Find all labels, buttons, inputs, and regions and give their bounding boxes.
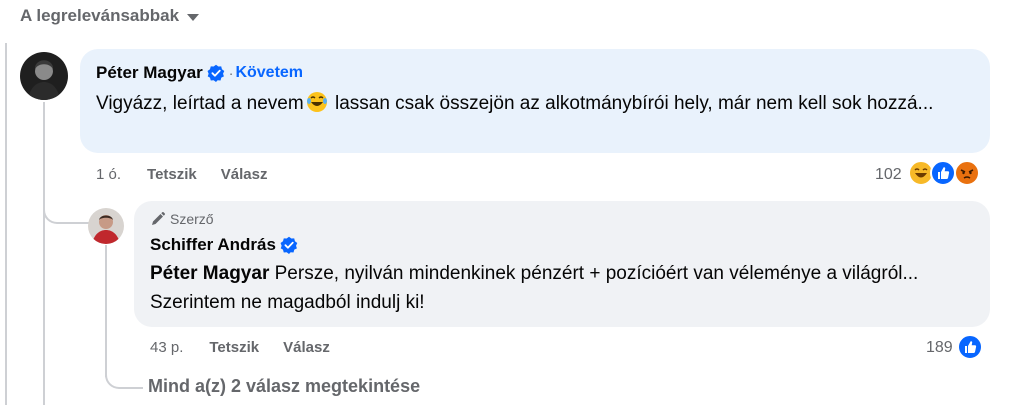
reply-text: Péter Magyar Persze, nyilván mindenkinek… <box>150 259 970 317</box>
author-tag: Szerző <box>150 211 214 227</box>
reply-reaction-count[interactable]: 189 <box>926 339 953 357</box>
avatar[interactable] <box>20 52 68 100</box>
comment-timestamp[interactable]: 1 ó. <box>96 166 121 183</box>
reply-bubble: Szerző Schiffer András Péter Magyar Pers… <box>134 201 990 327</box>
pencil-icon <box>152 212 165 225</box>
verified-badge-icon <box>280 236 298 254</box>
like-icon <box>957 334 983 360</box>
reaction-count[interactable]: 102 <box>875 166 902 184</box>
profile-photo-icon <box>88 208 124 244</box>
caret-down-icon <box>187 13 200 21</box>
comment-text: Vigyázz, leírtad a nevem lassan csak öss… <box>96 89 976 118</box>
reply-reply-button[interactable]: Válasz <box>283 339 330 356</box>
reply-actions: 43 p. Tetszik Válasz <box>150 339 330 356</box>
reply-button[interactable]: Válasz <box>221 166 268 183</box>
profile-photo-icon <box>20 52 68 100</box>
like-button[interactable]: Tetszik <box>147 166 197 183</box>
sort-dropdown[interactable]: A legrelevánsabbak <box>20 6 200 26</box>
comment-text-start: Vigyázz, leírtad a nevem <box>96 93 304 114</box>
like-icon <box>930 160 956 186</box>
separator-dot: · <box>228 65 234 81</box>
reply-reaction-icons[interactable] <box>957 334 985 362</box>
thread-connector-more <box>105 360 143 389</box>
reply-like-button[interactable]: Tetszik <box>209 339 259 356</box>
comment-actions: 1 ó. Tetszik Válasz <box>96 166 267 183</box>
mention-link[interactable]: Péter Magyar <box>150 263 269 284</box>
reply-author-name[interactable]: Schiffer András <box>150 235 276 255</box>
thread-line-reply <box>105 245 107 377</box>
thread-line-left <box>5 43 7 405</box>
thread-connector-reply <box>43 196 89 224</box>
view-replies-link[interactable]: Mind a(z) 2 válasz megtekintése <box>148 376 420 397</box>
comment-text-end: lassan csak összejön az alkotmánybírói h… <box>329 93 934 114</box>
sort-label: A legrelevánsabbak <box>20 6 180 25</box>
comment-author-name[interactable]: Péter Magyar <box>96 63 203 83</box>
angry-icon <box>954 160 980 186</box>
reply-timestamp[interactable]: 43 p. <box>150 339 183 356</box>
author-tag-label: Szerző <box>170 211 214 227</box>
verified-badge-icon <box>207 64 225 82</box>
reply-avatar[interactable] <box>88 208 124 244</box>
follow-button[interactable]: Követem <box>235 64 303 82</box>
laugh-cry-emoji-icon <box>306 91 328 113</box>
thread-line-main <box>43 102 45 405</box>
comment-bubble: Péter Magyar · Követem Vigyázz, leírtad … <box>80 49 990 153</box>
reaction-icons[interactable] <box>908 160 988 188</box>
